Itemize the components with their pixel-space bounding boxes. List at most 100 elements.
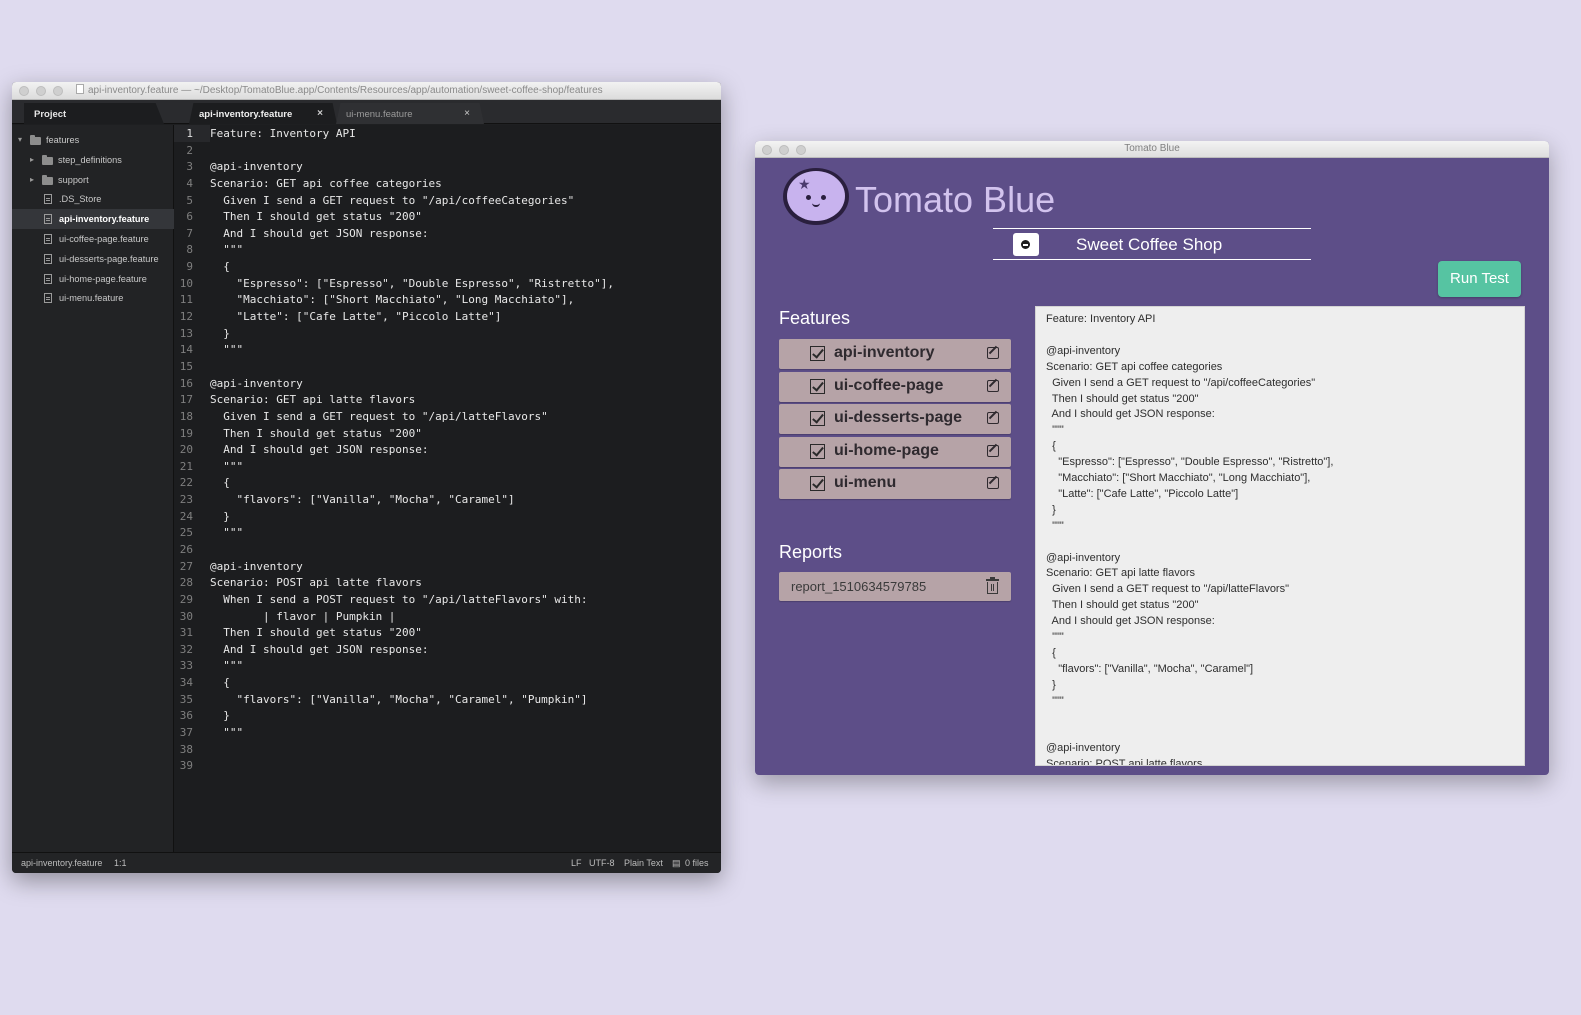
code-line[interactable]: Feature: Inventory API (210, 126, 356, 143)
minimize-window-button[interactable] (36, 86, 46, 96)
code-line[interactable]: Then I should get status "200" (210, 426, 422, 443)
report-item[interactable]: report_1510634579785 (779, 572, 1011, 601)
tab-label: api-inventory.feature (199, 109, 293, 120)
code-line[interactable]: "flavors": ["Vanilla", "Mocha", "Caramel… (210, 692, 587, 709)
editor-tab-bar: Project api-inventory.feature × ui-menu.… (12, 100, 721, 124)
tab-ui-menu-feature[interactable]: ui-menu.feature × (336, 103, 484, 124)
code-line[interactable]: Scenario: POST api latte flavors (210, 575, 422, 592)
status-git[interactable]: 0 files (685, 858, 709, 868)
reports-heading: Reports (779, 542, 843, 562)
code-line[interactable]: "Macchiato": ["Short Macchiato", "Long M… (210, 292, 574, 309)
preview-line: Scenario: GET api coffee categories (1046, 360, 1223, 373)
trash-can (987, 582, 998, 594)
code-line[interactable]: When I send a POST request to "/api/latt… (210, 592, 587, 609)
code-line[interactable]: """ (210, 459, 243, 476)
line-number: 23 (179, 493, 193, 507)
feature-item[interactable]: ui-coffee-page (779, 371, 1011, 402)
status-bar: api-inventory.feature 1:1 LF UTF-8 Plain… (12, 852, 721, 873)
edit-icon[interactable] (987, 412, 999, 425)
code-line[interactable]: """ (210, 342, 243, 359)
feature-item[interactable]: ui-desserts-page (779, 404, 1011, 435)
code-line[interactable]: { (210, 259, 230, 276)
edit-icon[interactable] (987, 444, 999, 457)
tree-item[interactable]: ui-menu.feature (12, 288, 174, 308)
chevron-right-icon[interactable]: ▸ (30, 170, 34, 190)
code-line[interactable]: | flavor | Pumpkin | (210, 609, 395, 626)
tree-item[interactable]: ▾ features (12, 130, 174, 150)
run-test-button[interactable]: Run Test (1438, 261, 1521, 297)
status-cursor-position[interactable]: 1:1 (114, 858, 127, 868)
close-window-button[interactable] (19, 86, 29, 96)
tree-item[interactable]: ui-home-page.feature (12, 269, 174, 289)
code-line[interactable]: @api-inventory (210, 559, 303, 576)
code-line[interactable]: } (210, 509, 230, 526)
checkbox-checked-icon[interactable] (810, 411, 825, 427)
tab-project[interactable]: Project (24, 103, 164, 124)
code-line[interactable]: "Espresso": ["Espresso", "Double Espress… (210, 276, 614, 293)
line-number: 9 (186, 260, 193, 274)
code-line[interactable]: Scenario: GET api latte flavors (210, 392, 415, 409)
checkbox-checked-icon[interactable] (810, 378, 825, 394)
tree-item[interactable]: .DS_Store (12, 189, 174, 209)
code-line[interactable]: """ (210, 525, 243, 542)
line-number: 4 (186, 176, 193, 190)
logo-face: ★ (787, 171, 845, 221)
feature-item[interactable]: ui-home-page (779, 436, 1011, 467)
code-line[interactable]: Then I should get status "200" (210, 209, 422, 226)
tree-item[interactable]: ▸ support (12, 170, 174, 190)
status-file[interactable]: api-inventory.feature (21, 858, 102, 868)
tree-item[interactable]: api-inventory.feature (12, 209, 174, 230)
feature-item[interactable]: api-inventory (779, 339, 1011, 369)
code-line[interactable]: """ (210, 658, 243, 675)
trash-icon[interactable] (986, 577, 999, 594)
code-line[interactable]: Then I should get status "200" (210, 625, 422, 642)
preview-line: Then I should get status "200" (1046, 599, 1199, 612)
code-line[interactable]: "Latte": ["Cafe Latte", "Piccolo Latte"] (210, 309, 501, 326)
line-number: 39 (179, 759, 193, 773)
tree-item[interactable]: ▸ step_definitions (12, 150, 174, 170)
edit-icon[interactable] (987, 477, 999, 490)
code-line[interactable]: And I should get JSON response: (210, 226, 428, 243)
preview-line: Given I send a GET request to "/api/coff… (1046, 376, 1316, 389)
checkbox-checked-icon[interactable] (810, 443, 825, 459)
code-line[interactable]: Scenario: GET api coffee categories (210, 176, 442, 193)
close-icon[interactable]: × (317, 108, 323, 119)
checkbox-checked-icon[interactable] (810, 346, 825, 361)
feature-preview-panel[interactable]: Feature: Inventory API @api-inventory Scen… (1035, 306, 1525, 766)
line-number-gutter: 1 2 3 4 5 6 7 8 9 10 11 12 13 14 15 16 17 18 19 20 21 22 23 24 2… (174, 125, 210, 852)
code-editor[interactable]: Feature: Inventory API @api-inventory Scen… (210, 125, 721, 852)
preview-line: } (1046, 503, 1056, 516)
preview-line: Given I send a GET request to "/api/latt… (1046, 583, 1289, 596)
code-line[interactable]: } (210, 708, 230, 725)
checkbox-checked-icon[interactable] (810, 476, 825, 492)
tree-item-label: ui-desserts-page.feature (59, 253, 159, 264)
chevron-right-icon[interactable]: ▸ (30, 150, 34, 170)
zoom-window-button[interactable] (53, 86, 63, 96)
code-line[interactable]: @api-inventory (210, 159, 303, 176)
report-name[interactable]: report_1510634579785 (791, 579, 926, 594)
code-line[interactable]: """ (210, 242, 243, 259)
code-line[interactable]: } (210, 326, 230, 343)
edit-icon[interactable] (987, 347, 999, 359)
chevron-down-icon[interactable]: ▾ (18, 130, 22, 150)
status-grammar[interactable]: Plain Text (624, 858, 663, 868)
close-icon[interactable]: × (464, 108, 470, 119)
code-line[interactable]: Given I send a GET request to "/api/latt… (210, 409, 548, 426)
code-line[interactable]: Given I send a GET request to "/api/coff… (210, 193, 574, 210)
status-line-ending[interactable]: LF (571, 858, 582, 868)
feature-item[interactable]: ui-menu (779, 469, 1011, 500)
code-line[interactable]: @api-inventory (210, 376, 303, 393)
tree-item[interactable]: ui-coffee-page.feature (12, 229, 174, 249)
code-line[interactable]: "flavors": ["Vanilla", "Mocha", "Caramel… (210, 492, 514, 509)
code-line[interactable]: And I should get JSON response: (210, 442, 428, 459)
code-line[interactable]: { (210, 675, 230, 692)
code-line[interactable]: And I should get JSON response: (210, 642, 428, 659)
edit-icon[interactable] (987, 379, 999, 392)
project-select-button[interactable] (1013, 233, 1039, 256)
tree-item[interactable]: ui-desserts-page.feature (12, 249, 174, 269)
code-line[interactable]: """ (210, 725, 243, 742)
status-encoding[interactable]: UTF-8 (589, 858, 615, 868)
folder-icon (42, 174, 53, 185)
tab-api-inventory-feature[interactable]: api-inventory.feature × (189, 103, 337, 124)
code-line[interactable]: { (210, 475, 230, 492)
